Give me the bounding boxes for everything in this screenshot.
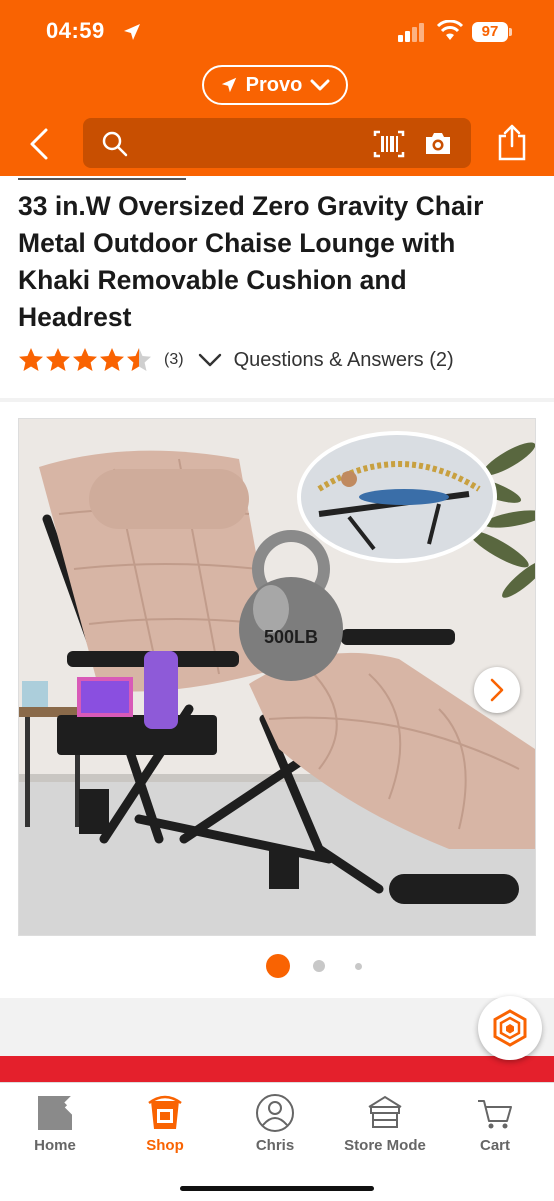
- tab-account[interactable]: Chris: [220, 1083, 330, 1163]
- image-carousel[interactable]: 500LB: [0, 402, 554, 998]
- tab-label: Store Mode: [344, 1137, 426, 1154]
- kettlebell-label: 500LB: [264, 627, 318, 647]
- star-full-icon: [100, 348, 124, 371]
- home-depot-logo-icon: [38, 1093, 75, 1130]
- cellular-signal-icon: [398, 23, 424, 42]
- star-full-icon: [46, 348, 70, 371]
- wifi-icon: [436, 20, 464, 40]
- app-header: 04:59 97 Provo: [0, 0, 554, 176]
- star-full-icon: [73, 348, 97, 371]
- pagination-dot[interactable]: [313, 960, 325, 972]
- cart-icon: [478, 1100, 512, 1129]
- product-info-section: 33 in.W Oversized Zero Gravity Chair Met…: [0, 176, 554, 398]
- location-arrow-icon: [124, 24, 140, 40]
- tab-cart[interactable]: Cart: [440, 1083, 550, 1163]
- star-rating: [18, 347, 152, 373]
- brand-link-underline: [18, 178, 186, 180]
- store-icon: [368, 1095, 402, 1128]
- tab-label: Shop: [146, 1137, 184, 1154]
- search-input[interactable]: [137, 128, 361, 160]
- tab-label: Cart: [479, 1137, 510, 1154]
- tab-label: Chris: [255, 1137, 295, 1154]
- tab-label: Home: [34, 1137, 76, 1154]
- tab-store-mode[interactable]: Store Mode: [330, 1083, 440, 1163]
- search-bar[interactable]: [83, 118, 471, 168]
- status-time: 04:59: [46, 18, 105, 43]
- share-icon[interactable]: [496, 124, 528, 162]
- star-full-icon: [19, 348, 43, 371]
- battery-tip: [509, 28, 512, 36]
- assistant-button[interactable]: [478, 996, 542, 1060]
- promo-strip: [0, 1056, 554, 1082]
- bottom-tab-bar: Home Shop Chris Store Mode Cart: [0, 1082, 554, 1201]
- tab-home[interactable]: Home: [0, 1083, 110, 1163]
- chevron-down-icon: [310, 79, 330, 91]
- home-indicator: [180, 1186, 374, 1191]
- chevron-down-icon[interactable]: [198, 352, 222, 368]
- search-icon: [102, 131, 128, 157]
- shop-bucket-icon: [148, 1095, 182, 1129]
- chair-illustration: 500LB: [19, 419, 535, 935]
- product-image[interactable]: 500LB: [18, 418, 536, 936]
- pagination-dot[interactable]: [354, 962, 362, 970]
- back-chevron-icon[interactable]: [26, 126, 54, 162]
- questions-answers-link[interactable]: Questions & Answers (2): [234, 349, 454, 372]
- location-arrow-icon: [221, 77, 236, 93]
- camera-icon[interactable]: [423, 131, 453, 157]
- next-image-button[interactable]: [474, 667, 520, 713]
- star-half-icon: [127, 348, 151, 371]
- location-label: Provo: [245, 73, 303, 96]
- person-icon: [256, 1094, 294, 1132]
- rating-row[interactable]: (3) Questions & Answers (2): [18, 346, 454, 374]
- product-title: 33 in.W Oversized Zero Gravity Chair Met…: [18, 191, 484, 332]
- tab-shop[interactable]: Shop: [110, 1083, 220, 1163]
- pagination-dot-active[interactable]: [266, 954, 290, 978]
- carousel-pagination[interactable]: [0, 954, 554, 978]
- hexagon-logo-icon: [493, 1009, 527, 1047]
- chevron-right-icon: [490, 678, 504, 702]
- barcode-scan-icon[interactable]: [373, 130, 405, 158]
- battery-indicator: 97: [472, 22, 508, 42]
- review-count[interactable]: (3): [164, 351, 184, 369]
- store-location-button[interactable]: Provo: [202, 65, 348, 105]
